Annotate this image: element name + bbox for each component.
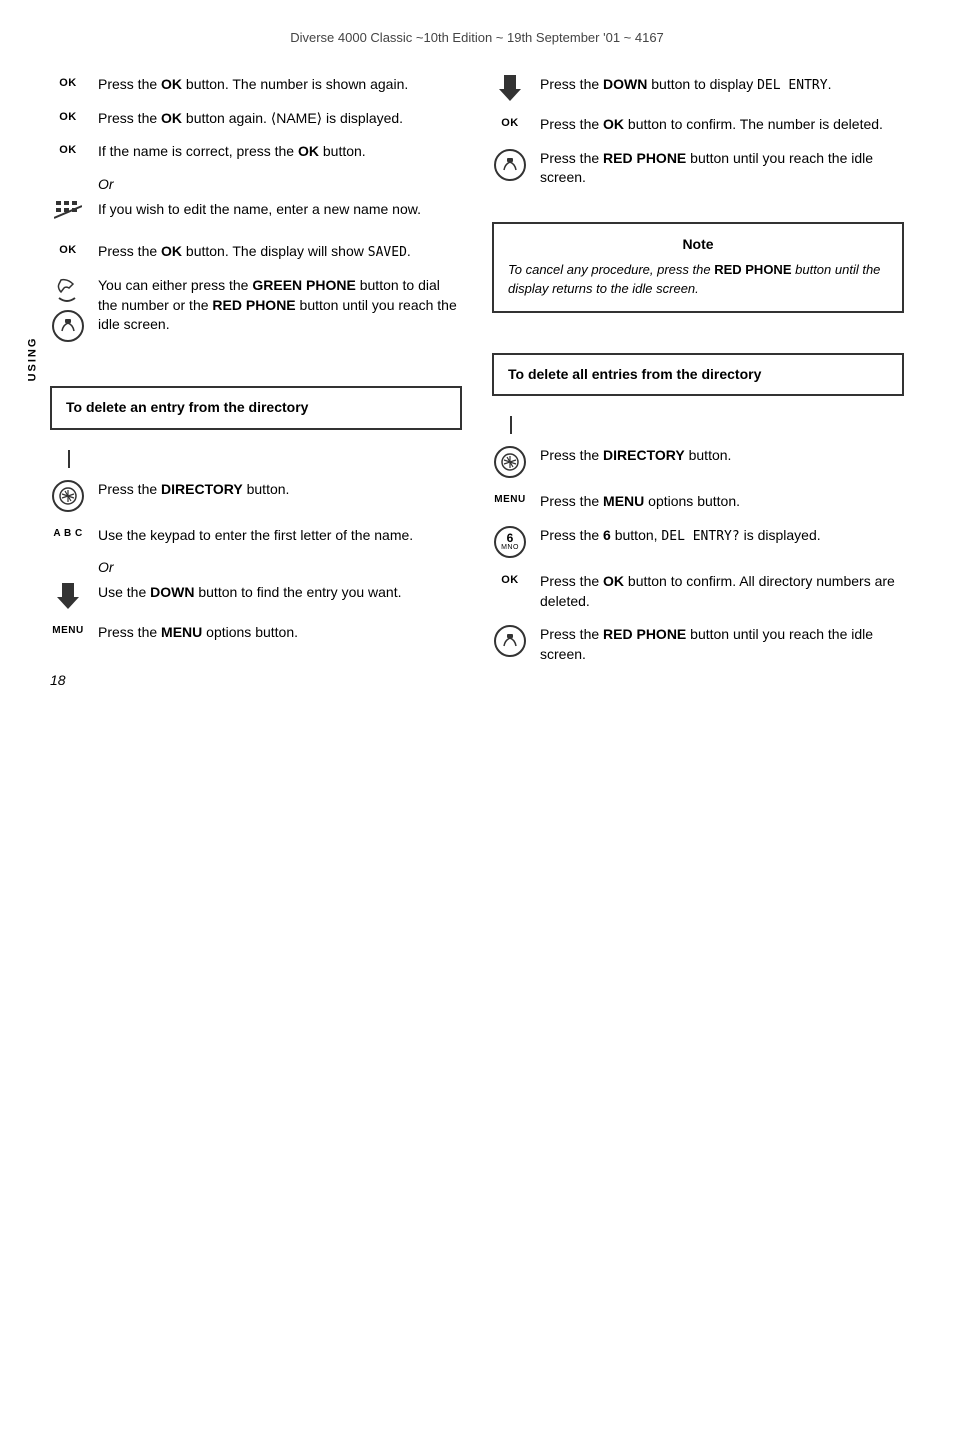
note-text: To cancel any procedure, press the RED P… [508,260,888,299]
red-phone-icon [50,310,86,342]
delete-all-box: To delete all entries from the directory [492,353,904,397]
text-menu1: Press the MENU options button. [98,623,462,643]
text-dir1: Press the DIRECTORY button. [98,480,462,500]
key-menu-r1: MENU [492,492,528,505]
down-arrow-icon-r1 [492,75,528,101]
side-label: USING [26,337,38,382]
directory-icon-r1 [492,446,528,478]
main-content: OK Press the OK button. The number is sh… [50,75,904,678]
note-box: Note To cancel any procedure, press the … [492,222,904,313]
instruction-ok1: OK Press the OK button. The number is sh… [50,75,462,95]
directory-circle-r1 [494,446,526,478]
instruction-menu-r1: MENU Press the MENU options button. [492,492,904,512]
six-circle: 6 MNO [494,526,526,558]
key-ok1: OK [50,75,86,89]
text-ok1: Press the OK button. The number is shown… [98,75,462,95]
instruction-phones: You can either press the GREEN PHONE but… [50,276,462,342]
text-ok-r1: Press the OK button to confirm. The numb… [540,115,904,135]
text-down1: Use the DOWN button to find the entry yo… [98,583,462,603]
instruction-ok-r1: OK Press the OK button to confirm. The n… [492,115,904,135]
text-ok3: If the name is correct, press the OK but… [98,142,462,162]
down-arrow-icon-1 [50,583,86,609]
delete-all-title: To delete all entries from the directory [508,365,888,385]
instruction-keypad: If you wish to edit the name, enter a ne… [50,200,462,228]
directory-icon-1 [50,480,86,512]
instruction-menu1: MENU Press the MENU options button. [50,623,462,643]
text-keypad: If you wish to edit the name, enter a ne… [98,200,462,220]
header-text: Diverse 4000 Classic ~10th Edition ~ 19t… [290,30,664,45]
red-phone-icon-r1 [492,149,528,181]
instruction-dir-r1: Press the DIRECTORY button. [492,446,904,478]
text-dir-r1: Press the DIRECTORY button. [540,446,904,466]
text-red-r1: Press the RED PHONE button until you rea… [540,149,904,188]
key-ok3: OK [50,142,86,156]
or-text-1: Or [98,176,462,192]
instruction-ok3: OK If the name is correct, press the OK … [50,142,462,162]
keypad-icon [54,200,82,228]
delete-all-content: Press the DIRECTORY button. MENU Press t… [492,434,904,664]
directory-circle-1 [52,480,84,512]
text-ok4: Press the OK button. The display will sh… [98,242,462,262]
page-header: Diverse 4000 Classic ~10th Edition ~ 19t… [50,30,904,45]
instruction-red-r1: Press the RED PHONE button until you rea… [492,149,904,188]
six-button-icon: 6 MNO [492,526,528,558]
delete-entry-title: To delete an entry from the directory [66,398,446,418]
red-phone-circle [52,310,84,342]
instruction-ok-r2: OK Press the OK button to confirm. All d… [492,572,904,611]
key-menu1: MENU [50,623,86,636]
page-container: USING Diverse 4000 Classic ~10th Edition… [0,0,954,718]
key-ok4: OK [50,242,86,256]
text-abc: Use the keypad to enter the first letter… [98,526,462,546]
left-column: OK Press the OK button. The number is sh… [50,75,462,678]
keypad-icon-container [50,200,86,228]
note-title: Note [508,236,888,252]
text-menu-r1: Press the MENU options button. [540,492,904,512]
red-phone-icon-r2 [492,625,528,657]
red-phone-circle-r1 [494,149,526,181]
red-phone-circle-r2 [494,625,526,657]
text-down-r1: Press the DOWN button to display DEL ENT… [540,75,904,95]
key-abc: A B C [50,526,86,539]
instruction-abc: A B C Use the keypad to enter the first … [50,526,462,546]
instruction-down-r1: Press the DOWN button to display DEL ENT… [492,75,904,101]
or-text-2: Or [98,559,462,575]
instruction-ok2: OK Press the OK button again. ⟨NAME⟩ is … [50,109,462,129]
instruction-red-r2: Press the RED PHONE button until you rea… [492,625,904,664]
text-phones: You can either press the GREEN PHONE but… [98,276,462,335]
instruction-dir1: Press the DIRECTORY button. [50,480,462,512]
green-phone-icon [50,276,86,304]
text-ok2: Press the OK button again. ⟨NAME⟩ is dis… [98,109,462,129]
key-ok2: OK [50,109,86,123]
key-ok-r2: OK [492,572,528,586]
delete-entry-content: Press the DIRECTORY button. A B C Use th… [50,468,462,643]
instruction-down1: Use the DOWN button to find the entry yo… [50,583,462,609]
right-column: Press the DOWN button to display DEL ENT… [492,75,904,678]
instruction-six: 6 MNO Press the 6 button, DEL ENTRY? is … [492,526,904,558]
text-red-r2: Press the RED PHONE button until you rea… [540,625,904,664]
instruction-ok4: OK Press the OK button. The display will… [50,242,462,262]
text-ok-r2: Press the OK button to confirm. All dire… [540,572,904,611]
page-number: 18 [50,672,66,688]
text-six: Press the 6 button, DEL ENTRY? is displa… [540,526,904,546]
key-ok-r1: OK [492,115,528,129]
delete-entry-box: To delete an entry from the directory [50,386,462,430]
